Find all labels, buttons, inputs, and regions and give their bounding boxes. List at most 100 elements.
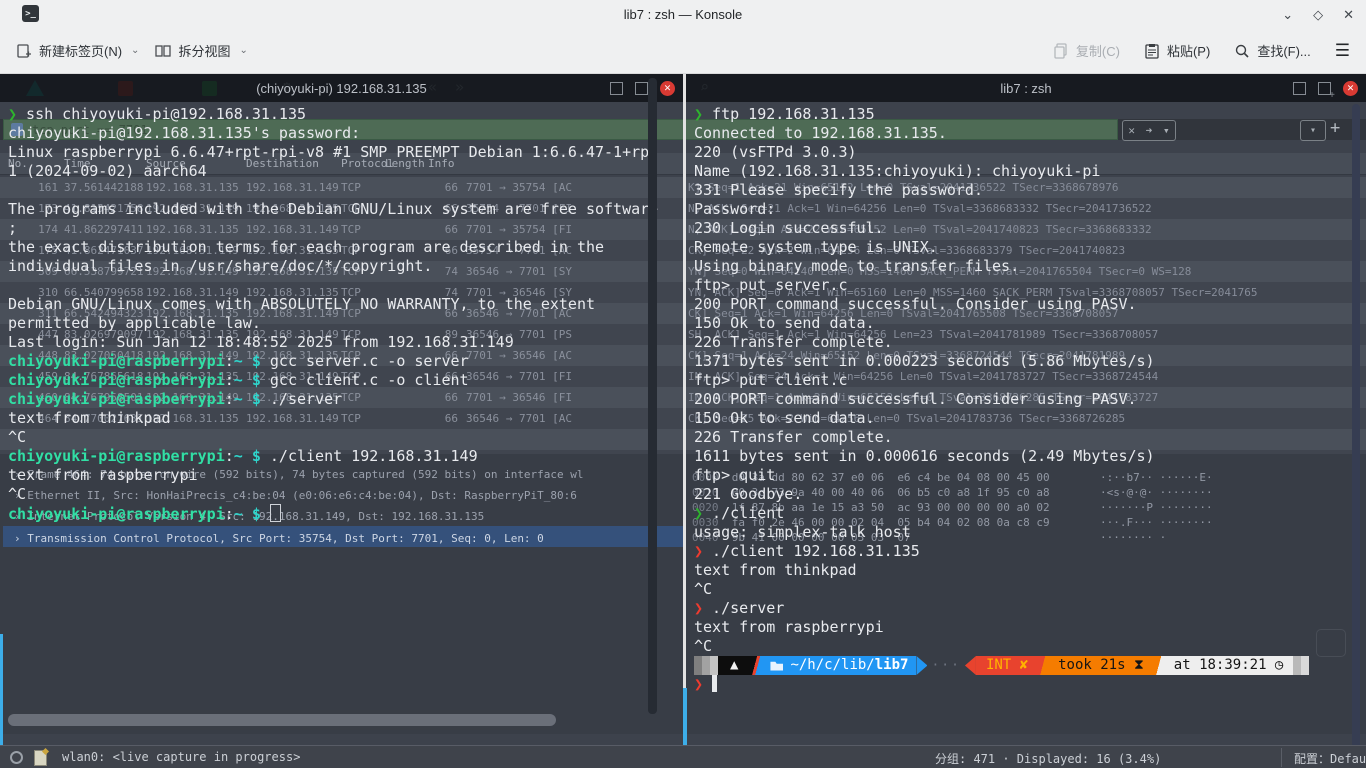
copy-label: 复制(C) (1076, 41, 1120, 60)
terminal-line: ▲~/h/c/lib/lib7···INT ✘took 21s ⧗at 18:3… (694, 656, 1366, 675)
find-button[interactable]: 查找(F)... (1234, 41, 1310, 60)
terminal-line: ^C (694, 580, 1366, 599)
main-toolbar: 新建标签页(N) ⌄ 拆分视图 ⌄ 复制(C) 粘贴(P) 查找(F)... (0, 28, 1366, 74)
powerline-path-segment: ~/h/c/lib/lib7 (762, 656, 916, 675)
terminal-line: ❯ ./client 192.168.31.135 (694, 542, 1366, 561)
terminal-line: text from thinkpad (8, 409, 683, 428)
terminal-line: Password: (694, 200, 1366, 219)
paste-button[interactable]: 粘贴(P) (1144, 41, 1210, 60)
workspace: ⚙ «» ⌕ tcp.port == 7701 ✕ ➜ ▾ ▾ + No.Tim… (0, 74, 1366, 768)
close-pane-button[interactable]: ✕ (660, 81, 675, 96)
terminal-line: 150 Ok to send data. (694, 314, 1366, 333)
terminal-line: chiyoyuki-pi@raspberrypi:~ $ ./server (8, 390, 683, 409)
expand-pane-icon[interactable] (610, 82, 623, 95)
paste-icon (1144, 43, 1160, 59)
powerline-block (710, 656, 718, 675)
close-button[interactable]: ✕ (1343, 8, 1354, 21)
terminal-line: 220 (vsFTPd 3.0.3) (694, 143, 1366, 162)
new-tab-button[interactable]: 新建标签页(N) ⌄ (16, 41, 139, 60)
powerline-segment: ▲ (718, 656, 750, 675)
powerline-block (1301, 656, 1309, 675)
terminal-left[interactable]: ❯ ssh chiyoyuki-pi@192.168.31.135chiyoyu… (0, 102, 683, 745)
powerline-block (702, 656, 710, 675)
terminal-line: ^C (694, 637, 1366, 656)
terminal-line: 226 Transfer complete. (694, 333, 1366, 352)
powerline-separator (750, 656, 762, 675)
detach-pane-icon[interactable] (1318, 82, 1331, 95)
terminal-line: ^C (8, 485, 683, 504)
terminal-line: text from thinkpad (694, 561, 1366, 580)
terminal-line: permitted by applicable law. (8, 314, 683, 333)
terminal-line: Name (192.168.31.135:chiyoyuki): chiyoyu… (694, 162, 1366, 181)
terminal-line: ❯ ftp 192.168.31.135 (694, 105, 1366, 124)
scroll-indicator-frame (1316, 629, 1346, 657)
window-titlebar[interactable]: >_ lib7 : zsh — Konsole ⌄ ◇ ✕ (0, 0, 1366, 29)
split-view-button[interactable]: 拆分视图 ⌄ (155, 41, 247, 60)
cursor-beam (712, 675, 717, 692)
powerline-block (694, 656, 702, 675)
cursor-block (270, 504, 281, 522)
terminal-line: chiyoyuki-pi@raspberrypi:~ $ (8, 504, 683, 523)
new-tab-label: 新建标签页(N) (39, 41, 122, 60)
terminal-scrollbar-left[interactable] (648, 78, 657, 714)
powerline-separator (1154, 656, 1164, 675)
terminal-right[interactable]: ❯ ftp 192.168.31.135Connected to 192.168… (686, 102, 1366, 745)
pane-title-left: (chiyoyuki-pi) 192.168.31.135 (256, 81, 427, 96)
terminal-line: 230 Login successful. (694, 219, 1366, 238)
terminal-line: ftp> quit (694, 466, 1366, 485)
expand-pane-icon[interactable] (1293, 82, 1306, 95)
split-view-icon (155, 43, 171, 59)
statusbar-divider (1281, 748, 1282, 767)
powerline-segment: at 18:39:21 ◷ (1164, 656, 1294, 675)
terminal-line: ftp> put server.c (694, 276, 1366, 295)
terminal-line: 200 PORT command successful. Consider us… (694, 295, 1366, 314)
chevron-down-icon: ⌄ (131, 45, 139, 56)
copy-icon (1053, 43, 1069, 59)
terminal-pane-right: lib7 : zsh ✕ ❯ ftp 192.168.31.135Connect… (686, 74, 1366, 745)
pane-splitter[interactable] (683, 74, 686, 688)
konsole-app-icon: >_ (22, 5, 39, 22)
copy-button[interactable]: 复制(C) (1053, 41, 1120, 60)
chevron-down-icon: ⌄ (239, 45, 247, 56)
new-tab-icon (16, 43, 32, 59)
terminal-line: chiyoyuki-pi@raspberrypi:~ $ gcc server.… (8, 352, 683, 371)
powerline-segment: took 21s ⧗ (1048, 656, 1154, 675)
hamburger-menu-button[interactable]: ☰ (1335, 41, 1350, 61)
powerline-prompt: ▲~/h/c/lib/lib7···INT ✘took 21s ⧗at 18:3… (694, 656, 1366, 675)
powerline-segment: INT ✘ (976, 656, 1038, 675)
terminal-pane-left: (chiyoyuki-pi) 192.168.31.135 ✕ ❯ ssh ch… (0, 74, 683, 745)
terminal-line: 1611 bytes sent in 0.000616 seconds (2.4… (694, 447, 1366, 466)
terminal-line: The programs included with the Debian GN… (8, 200, 683, 219)
wireshark-statusbar[interactable]: wlan0: <live capture in progress> 分组: 47… (0, 745, 1366, 768)
terminal-line: ❯ ./server (694, 599, 1366, 618)
terminal-line: 331 Please specify the password. (694, 181, 1366, 200)
terminal-line: Linux raspberrypi 6.6.47+rpt-rpi-v8 #1 S… (8, 143, 683, 162)
paste-label: 粘贴(P) (1167, 41, 1210, 60)
expert-info-icon (10, 751, 23, 764)
terminal-line: Connected to 192.168.31.135. (694, 124, 1366, 143)
powerline-chevron-right (916, 656, 927, 675)
terminal-line: Using binary mode to transfer files. (694, 257, 1366, 276)
terminal-line: chiyoyuki-pi@raspberrypi:~ $ gcc client.… (8, 371, 683, 390)
pane-title-right: lib7 : zsh (1000, 81, 1051, 96)
terminal-line: Last login: Sun Jan 12 18:48:52 2025 fro… (8, 333, 683, 352)
powerline-chevron-left (965, 656, 976, 675)
minimize-button[interactable]: ⌄ (1282, 8, 1293, 21)
terminal-line (8, 276, 683, 295)
terminal-line: chiyoyuki-pi@192.168.31.135's password: (8, 124, 683, 143)
maximize-button[interactable]: ◇ (1313, 8, 1323, 21)
terminal-line: ❯ ./client (694, 504, 1366, 523)
powerline-separator (1038, 656, 1048, 675)
detach-pane-icon[interactable] (635, 82, 648, 95)
terminal-line: 150 Ok to send data. (694, 409, 1366, 428)
pane-header-right: lib7 : zsh ✕ (686, 74, 1366, 102)
capture-status-text: wlan0: <live capture in progress> (62, 750, 300, 764)
capture-comment-icon (34, 750, 47, 766)
terminal-line: 1 (2024-09-02) aarch64 (8, 162, 683, 181)
terminal-line: ; (8, 219, 683, 238)
terminal-line: ❯ ssh chiyoyuki-pi@192.168.31.135 (8, 105, 683, 124)
close-pane-button[interactable]: ✕ (1343, 81, 1358, 96)
terminal-line: 221 Goodbye. (694, 485, 1366, 504)
find-label: 查找(F)... (1257, 41, 1310, 60)
powerline-block (1293, 656, 1301, 675)
